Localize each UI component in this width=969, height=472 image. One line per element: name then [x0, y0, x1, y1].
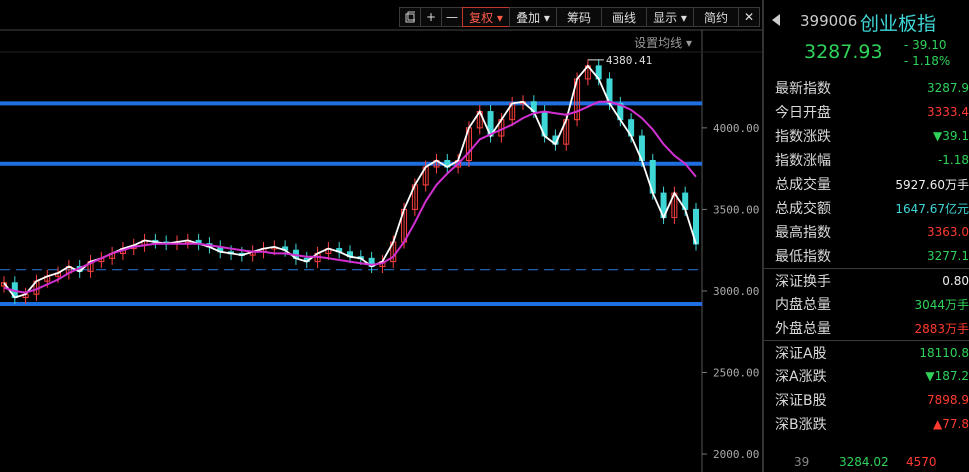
- quote-row-value: 2883万手: [914, 321, 969, 336]
- y-tick-label: 3000.00: [713, 285, 759, 298]
- quote-row-label: 深证A股: [775, 345, 827, 362]
- y-tick-label: 3500.00: [713, 203, 759, 216]
- quote-row: 深B涨跌 ▲77.8: [764, 412, 969, 436]
- plus-icon: +: [425, 10, 437, 24]
- quote-row-value: 0.80: [942, 273, 969, 288]
- display-button[interactable]: 显示 ▾: [646, 7, 694, 27]
- index-change: - 39.10: [904, 38, 947, 52]
- peak-label: 4380.41: [606, 54, 652, 67]
- ma20-line: [3, 100, 697, 294]
- simple-mode-button[interactable]: 简约: [693, 7, 739, 27]
- index-name: 创业板指: [860, 13, 937, 35]
- close-icon: ✕: [743, 10, 755, 24]
- quote-row: 指数涨跌 ▼39.1: [764, 124, 969, 148]
- draw-line-button[interactable]: 画线: [601, 7, 647, 27]
- quote-panel: 399006 创业板指 3287.93 - 39.10 - 1.18% 最新指数…: [764, 0, 969, 472]
- quote-row-label: 深A涨跌: [775, 369, 827, 385]
- index-change-pct: - 1.18%: [904, 54, 951, 68]
- quote-row-label: 指数涨跌: [775, 129, 831, 145]
- quote-row-label: 深证B股: [775, 393, 827, 409]
- quote-row-value: ▲77.8: [933, 417, 969, 431]
- overlay-button[interactable]: 叠加 ▾: [509, 7, 557, 27]
- quote-row: 最高指数 3363.0: [764, 220, 969, 244]
- index-code: 399006: [800, 12, 858, 30]
- quote-row-label: 最低指数: [775, 249, 831, 265]
- quote-row: 深A涨跌 ▼187.2: [764, 364, 969, 388]
- quote-row: 最低指数 3277.1: [764, 244, 969, 268]
- quote-row: 内盘总量 3044万手: [764, 292, 969, 316]
- kline-chart-area[interactable]: 4000.00 3500.00 3000.00 2500.00 2000.00 4380.…: [0, 0, 762, 472]
- chips-button[interactable]: 筹码: [556, 7, 602, 27]
- quote-row: 指数涨幅 -1.18: [764, 148, 969, 172]
- zoom-in-button[interactable]: +: [420, 7, 442, 27]
- kline-chart[interactable]: 4000.00 3500.00 3000.00 2500.00 2000.00 4380.…: [0, 0, 762, 472]
- ma-settings-dropdown[interactable]: 设置均线 ▾: [634, 34, 692, 51]
- index-price: 3287.93: [804, 41, 883, 63]
- y-tick-label: 2000.00: [713, 448, 759, 461]
- quote-row: 深证换手 0.80: [764, 268, 969, 292]
- quote-row: 外盘总量 2883万手: [764, 316, 969, 340]
- quote-row-value: -1.18: [937, 153, 969, 167]
- quote-row-label: 最高指数: [775, 225, 831, 241]
- quote-row-label: 今日开盘: [775, 105, 831, 121]
- quote-row: 总成交额 1647.67亿元: [764, 196, 969, 220]
- minus-icon: —: [446, 10, 458, 24]
- quote-row-value: ▼39.1: [933, 129, 969, 143]
- quote-row-value: 7898.9: [927, 393, 969, 407]
- quote-row: 今日开盘 3333.4: [764, 100, 969, 124]
- panel-divider: [762, 0, 764, 472]
- chart-toolbar: + — 复权 ▾ 叠加 ▾ 筹码 画线 显示 ▾ 简约 ✕: [399, 7, 760, 29]
- quote-row-label: 内盘总量: [775, 297, 831, 313]
- restore-icon[interactable]: [399, 7, 421, 27]
- bottom-ticker: 39 3284.02 4570: [764, 455, 969, 472]
- close-button[interactable]: ✕: [738, 7, 760, 27]
- quote-row-label: 总成交额: [775, 201, 831, 217]
- back-arrow-icon[interactable]: [772, 14, 780, 26]
- quote-row: 最新指数 3287.9: [764, 76, 969, 100]
- y-tick-label: 4000.00: [713, 122, 759, 135]
- quote-row: 总成交量 5927.60万手: [764, 172, 969, 196]
- quote-row-value: 3044万手: [914, 297, 969, 312]
- bottom-right: 4570: [906, 455, 937, 469]
- quote-row: 深证B股 7898.9: [764, 388, 969, 412]
- quote-rows: 最新指数 3287.9 今日开盘 3333.4 指数涨跌 ▼39.1 指数涨幅 -1.18 总成…: [764, 76, 969, 436]
- quote-row-value: 3333.4: [927, 105, 969, 119]
- quote-row-value: ▼187.2: [925, 369, 969, 383]
- bottom-mid: 3284.02: [839, 455, 889, 469]
- quote-row: 深证A股 18110.8: [764, 340, 969, 364]
- quote-row-label: 指数涨幅: [775, 153, 831, 169]
- zoom-out-button[interactable]: —: [441, 7, 463, 27]
- quote-row-value: 3277.1: [927, 249, 969, 263]
- quote-row-label: 深证换手: [775, 273, 831, 290]
- adjust-rights-button[interactable]: 复权 ▾: [462, 7, 510, 27]
- y-tick-label: 2500.00: [713, 367, 759, 380]
- quote-row-label: 外盘总量: [775, 321, 831, 337]
- quote-row-value: 3287.9: [927, 81, 969, 95]
- quote-row-value: 18110.8: [919, 345, 969, 360]
- quote-row-label: 总成交量: [775, 177, 831, 193]
- quote-row-value: 1647.67亿元: [895, 201, 969, 216]
- quote-row-label: 深B涨跌: [775, 417, 827, 433]
- quote-row-value: 3363.0: [927, 225, 969, 239]
- quote-row-label: 最新指数: [775, 81, 831, 97]
- bottom-left: 39: [794, 455, 810, 469]
- quote-row-value: 5927.60万手: [895, 177, 969, 192]
